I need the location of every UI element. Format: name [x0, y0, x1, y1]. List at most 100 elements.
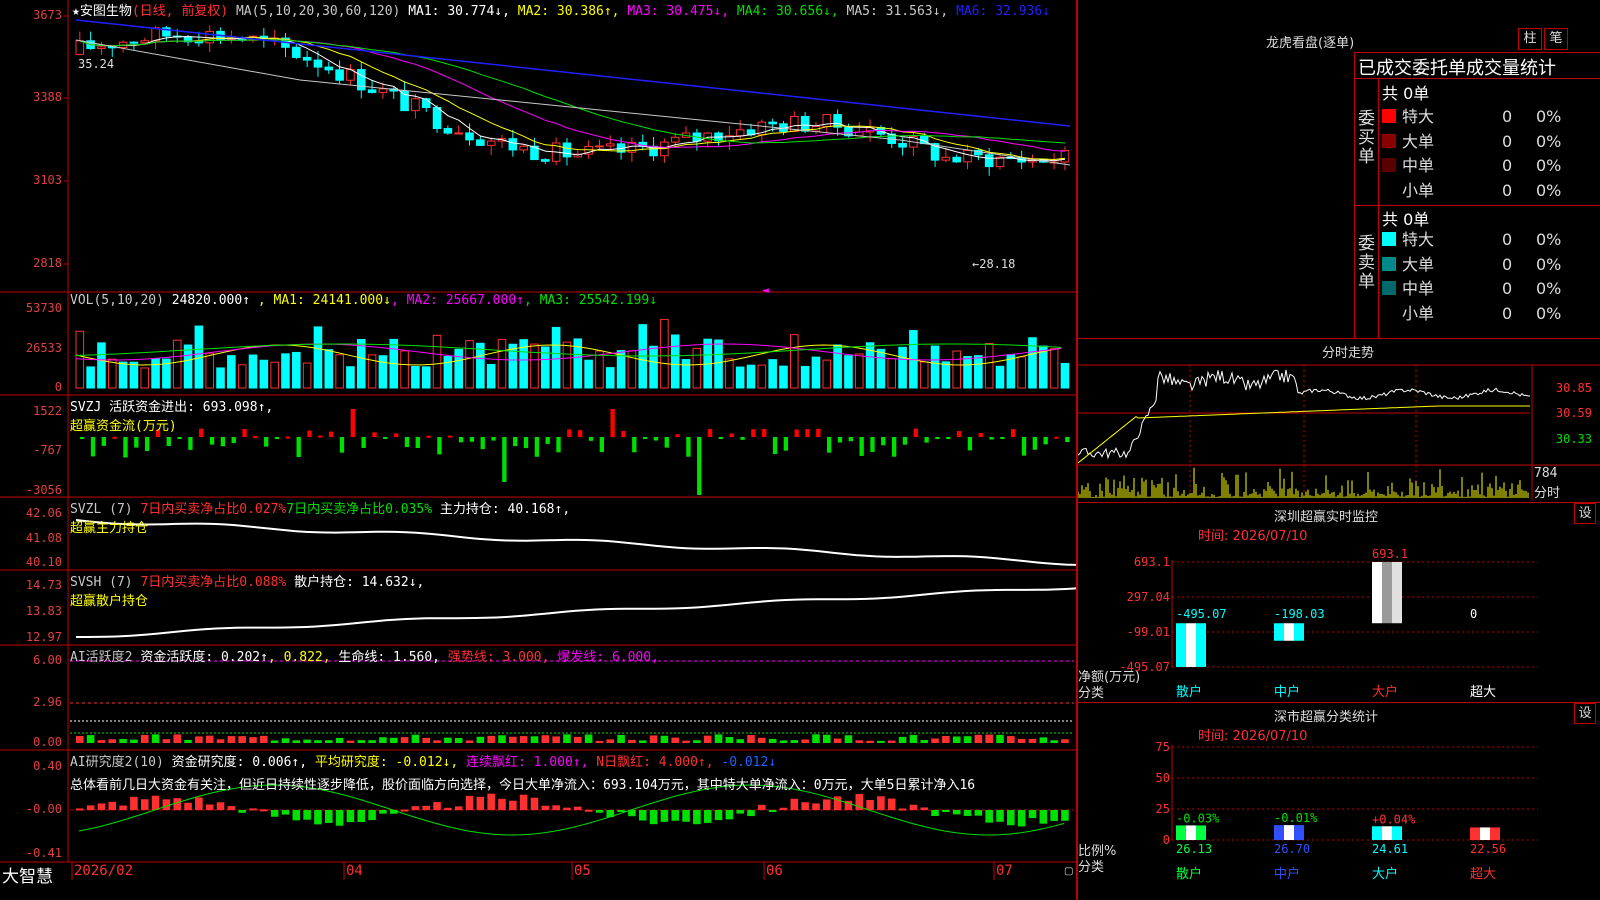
ai-research-bar — [530, 797, 539, 810]
ai-research-bar — [931, 810, 939, 817]
class-bar-1 — [1274, 825, 1304, 840]
ai-research-bar — [963, 810, 972, 816]
ai-research-bar — [130, 796, 138, 810]
vol-bar — [497, 338, 507, 389]
x-axis-label-2: 05 — [574, 863, 591, 879]
svzj-bar — [902, 437, 908, 445]
svzj-bar — [372, 432, 377, 437]
favorite-star-icon[interactable]: ★ — [72, 4, 80, 19]
ai-research-bar — [974, 810, 983, 816]
ai-active-bar — [595, 740, 604, 743]
svzj-bar — [578, 430, 583, 437]
ai-research-ytick-1: -0.00 — [25, 802, 62, 816]
brand-label: 大智慧 — [2, 867, 53, 887]
vol-bar — [140, 367, 150, 389]
svzl-ytick-2: 40.10 — [25, 555, 62, 569]
vol-value: 24820.000↑ — [171, 293, 251, 308]
svzj-bar — [80, 437, 85, 439]
svzj-bar — [90, 437, 96, 457]
vol-bar — [248, 354, 258, 389]
ai-research-bar — [671, 810, 680, 821]
svzj-bar — [329, 431, 334, 437]
vol-bar — [346, 366, 355, 389]
ai-active-bar — [509, 736, 517, 743]
ai-research-bar — [768, 810, 777, 812]
candle-up — [151, 27, 160, 42]
color-swatch — [1382, 306, 1396, 320]
bar-mode-button[interactable]: 柱 — [1518, 28, 1542, 50]
buy-total: 共 0单 — [1382, 84, 1430, 103]
class-bar-segment — [1186, 825, 1196, 840]
ai-active-bar — [151, 734, 160, 743]
svzj-bar — [989, 437, 994, 440]
intraday-price-line — [1078, 369, 1531, 460]
class-bar-segment — [1294, 825, 1304, 840]
candle-down — [335, 69, 344, 81]
ai-active-bar — [942, 736, 950, 743]
svsh-legend: SVSH (7) 7日内买卖净占比0.088% 散户持仓: 14.632↓, 超… — [70, 571, 424, 609]
vol-bar — [378, 355, 388, 389]
vol-bar — [757, 364, 767, 389]
vol-ytick-2: 0 — [54, 380, 62, 394]
pen-mode-button[interactable]: 笔 — [1544, 28, 1568, 50]
monitor-bar-segment — [1382, 562, 1392, 624]
monitor-bar-1 — [1274, 623, 1304, 641]
vol-bar — [1017, 356, 1026, 389]
vol-label: VOL(5,10,20) — [70, 293, 164, 308]
ai-research-bar — [682, 810, 690, 822]
monitor-bar-label-3: 0 — [1470, 607, 1477, 621]
ai-active-bar — [790, 740, 799, 743]
monitor-ytick-2: -99.01 — [1127, 625, 1170, 639]
ai-research-bar — [942, 810, 950, 812]
ai-research-bar — [660, 810, 669, 822]
class-bar-segment — [1196, 825, 1206, 840]
class-cat-3: 超大 — [1470, 867, 1496, 882]
vol-bar — [746, 364, 756, 389]
svzj-bar — [946, 437, 951, 439]
vol-bar — [400, 350, 409, 389]
ai-active-bar — [119, 738, 127, 743]
svsh-part-0: SVSH (7) — [70, 575, 141, 590]
buy-row-0: 特大 0 0% — [1382, 103, 1561, 127]
row-count: 0 — [1502, 254, 1513, 274]
vol-bar — [681, 359, 691, 389]
svzj-bar — [101, 437, 106, 446]
svzj-line2: 超赢资金流(万元) — [70, 419, 177, 434]
svzj-bar — [1000, 437, 1005, 439]
ai-active-bar — [476, 736, 485, 743]
ai-active-bar — [205, 735, 214, 743]
ai-active-bar — [584, 734, 593, 743]
ai-active-bar — [292, 740, 301, 743]
svzl-line2: 超赢主力持仓 — [70, 521, 149, 536]
intraday-chart-svg[interactable] — [1078, 338, 1600, 502]
period-label[interactable]: (日线, 前复权) — [132, 4, 228, 19]
ai-active-bar — [314, 740, 322, 743]
vol-bar — [183, 344, 193, 389]
ai-research-bar — [108, 801, 117, 810]
vol-bar — [75, 330, 85, 389]
svzj-bar — [134, 437, 139, 448]
ai-research-bar — [996, 810, 1004, 822]
ai-active-bar — [671, 737, 680, 743]
vol-bar — [107, 358, 117, 389]
svzj-bar — [1054, 436, 1059, 439]
intraday-panel[interactable]: 分时走势 30.85 30.59 30.33 784 分时 — [1078, 338, 1600, 502]
candle-down — [984, 154, 994, 168]
vol-bar — [660, 318, 669, 389]
svzj-bar — [924, 437, 929, 443]
svzj-bar — [707, 429, 713, 437]
candle-down — [508, 138, 518, 151]
vol-bar — [281, 353, 290, 389]
ai-active-bar — [76, 735, 84, 743]
class-bar-segment — [1284, 825, 1294, 840]
lock-icon[interactable]: ▢ — [1064, 866, 1073, 877]
ai-active-bar — [877, 740, 885, 743]
ai-research-bar — [725, 810, 734, 820]
ai-active-bar — [952, 736, 961, 743]
row-percent: 0% — [1536, 107, 1562, 126]
ai-active-bar — [357, 740, 366, 743]
candle-down — [541, 159, 550, 162]
chart-area[interactable]: 35.24 ←28.18 ◄ ★安图生物(日线, 前复权) MA(5,10,20,3… — [0, 0, 1076, 900]
color-swatch — [1382, 256, 1396, 271]
ai-research-bar — [1017, 810, 1026, 827]
